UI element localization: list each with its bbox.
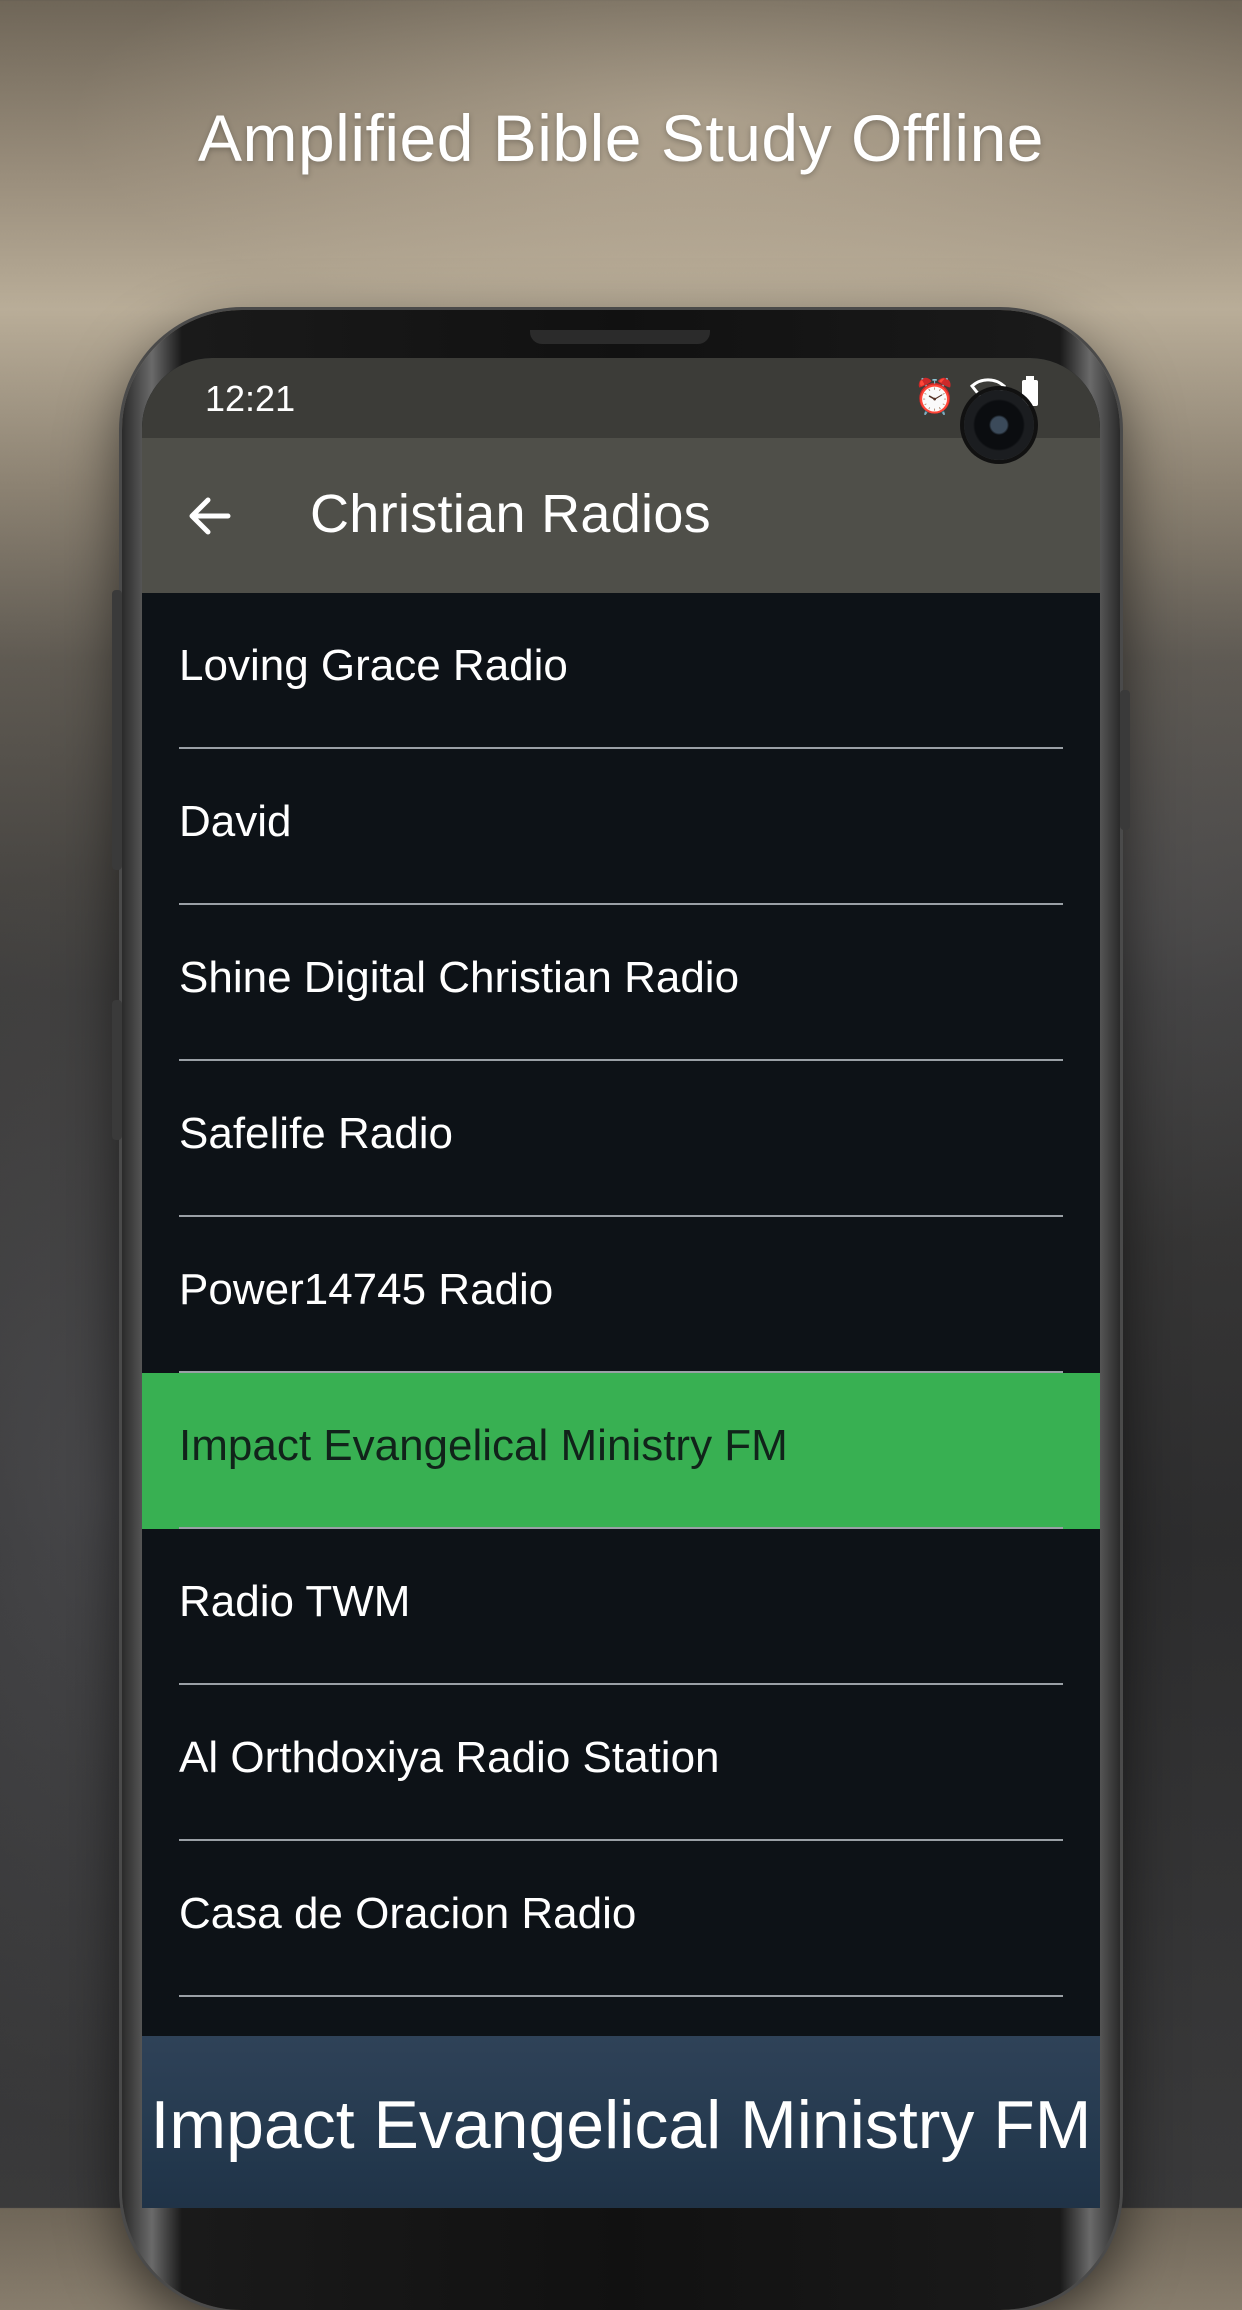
station-label: Loving Grace Radio [179, 641, 568, 690]
bixby-button [112, 1000, 122, 1140]
station-label: Safelife Radio [179, 1109, 453, 1158]
station-label: Shine Digital Christian Radio [179, 953, 740, 1002]
arrow-left-icon [189, 497, 231, 535]
status-bar: 12:21 ⏰ [142, 358, 1100, 438]
station-label: Radio TWM [179, 1577, 411, 1626]
station-label: David [179, 797, 292, 846]
list-item[interactable]: Power14745 Radio [142, 1217, 1100, 1373]
page-title: Christian Radios [310, 484, 711, 544]
list-item[interactable]: Casa de Oracion Radio [142, 1841, 1100, 1997]
status-time: 12:21 [205, 378, 296, 419]
phone-screen: 12:21 ⏰ Christian Radios Loving Grace Ra… [142, 358, 1100, 2208]
list-item[interactable]: Radio TWM [142, 1529, 1100, 1685]
list-item[interactable]: Al Orthdoxiya Radio Station [142, 1685, 1100, 1841]
list-item[interactable]: David [142, 749, 1100, 905]
now-playing-panel[interactable]: Impact Evangelical Ministry FM [142, 2036, 1100, 2208]
list-item-selected[interactable]: Impact Evangelical Ministry FM [142, 1373, 1100, 1529]
list-item[interactable]: Safelife Radio [142, 1061, 1100, 1217]
front-camera [964, 390, 1034, 460]
station-label: Casa de Oracion Radio [179, 1889, 637, 1938]
station-label: Al Orthdoxiya Radio Station [179, 1733, 720, 1782]
divider [179, 1995, 1063, 1997]
back-button[interactable] [180, 486, 240, 546]
app-bar: Christian Radios [142, 438, 1100, 593]
alarm-icon: ⏰ [913, 377, 956, 416]
station-list: Loving Grace Radio David Shine Digital C… [142, 593, 1100, 1997]
earpiece-speaker [530, 330, 710, 344]
promo-title: Amplified Bible Study Offline [197, 101, 1045, 175]
station-label: Power14745 Radio [179, 1265, 554, 1314]
station-label: Impact Evangelical Ministry FM [179, 1421, 788, 1470]
power-button [1120, 690, 1130, 830]
now-playing-title: Impact Evangelical Ministry FM [150, 2087, 1092, 2163]
volume-button [112, 590, 122, 870]
list-item[interactable]: Shine Digital Christian Radio [142, 905, 1100, 1061]
list-item[interactable]: Loving Grace Radio [142, 593, 1100, 749]
